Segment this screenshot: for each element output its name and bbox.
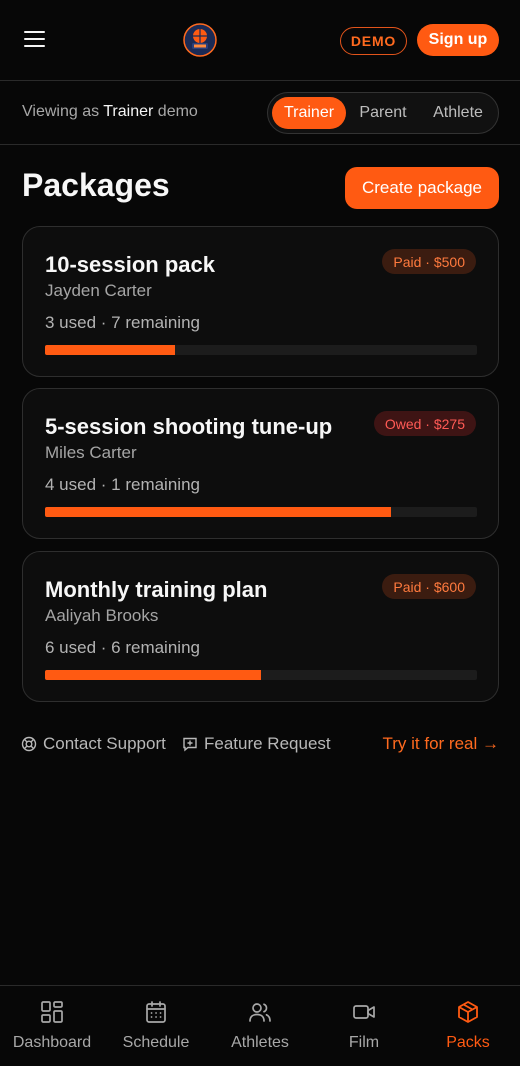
nav-label: Dashboard	[12, 1034, 92, 1051]
usage-progress-fill	[45, 670, 261, 680]
nav-item-schedule[interactable]: Schedule	[104, 986, 208, 1066]
usage-progress-bar	[45, 670, 477, 680]
role-switcher: Trainer Parent Athlete	[267, 92, 499, 134]
feature-request-link[interactable]: Feature Request	[182, 734, 331, 754]
lifebuoy-icon	[21, 736, 37, 752]
nav-item-film[interactable]: Film	[312, 986, 416, 1066]
role-tab-athlete[interactable]: Athlete	[420, 97, 496, 129]
usage-progress-bar	[45, 507, 477, 517]
page-title: Packages	[22, 167, 170, 203]
package-title: 10-session pack	[45, 252, 215, 277]
package-card[interactable]: 5-session shooting tune-up Miles Carter …	[22, 388, 499, 539]
package-usage: 6 used · 6 remaining	[45, 638, 200, 657]
dashboard-icon	[41, 1001, 63, 1023]
package-client: Miles Carter	[45, 443, 137, 462]
sign-up-button[interactable]: Sign up	[417, 24, 499, 56]
video-icon	[353, 1005, 375, 1019]
viewing-prefix: Viewing as	[22, 103, 100, 120]
viewing-role: Trainer	[103, 103, 154, 120]
users-icon	[249, 1003, 271, 1022]
package-usage: 4 used · 1 remaining	[45, 475, 200, 494]
package-client: Aaliyah Brooks	[45, 606, 159, 625]
payment-status-badge: Paid · $500	[382, 249, 476, 274]
nav-item-dashboard[interactable]: Dashboard	[0, 986, 104, 1066]
bottom-navigation: Dashboard Schedule Athletes Film Packs	[0, 985, 520, 1066]
payment-status-badge: Owed · $275	[373, 411, 476, 436]
top-bar: DEMO Sign up	[0, 0, 520, 81]
hamburger-menu-icon[interactable]	[24, 29, 46, 49]
viewing-as-text: Viewing as Trainer demo	[22, 103, 198, 121]
package-title: 5-session shooting tune-up	[45, 414, 333, 439]
create-package-button[interactable]: Create package	[345, 167, 499, 209]
nav-item-packs[interactable]: Packs	[416, 986, 520, 1066]
demo-badge: DEMO	[340, 27, 407, 55]
feature-request-label: Feature Request	[204, 734, 331, 753]
package-card[interactable]: Monthly training plan Aaliyah Brooks 6 u…	[22, 551, 499, 702]
usage-progress-bar	[45, 345, 477, 355]
viewing-suffix: demo	[157, 103, 198, 120]
package-icon	[458, 1001, 478, 1023]
nav-label: Athletes	[231, 1034, 289, 1051]
viewing-as-bar: Viewing as Trainer demo Trainer Parent A…	[0, 81, 520, 145]
package-usage: 3 used · 7 remaining	[45, 313, 200, 332]
usage-progress-fill	[45, 345, 175, 355]
nav-label: Schedule	[122, 1034, 190, 1051]
brand-logo-icon[interactable]	[183, 23, 217, 57]
try-it-for-real-link[interactable]: Try it for real →	[383, 734, 500, 754]
calendar-icon	[146, 1001, 166, 1023]
role-tab-parent[interactable]: Parent	[348, 97, 418, 129]
nav-item-athletes[interactable]: Athletes	[208, 986, 312, 1066]
package-client: Jayden Carter	[45, 281, 152, 300]
nav-label: Film	[348, 1034, 380, 1051]
footer-links: Contact Support Feature Request Try it f…	[0, 732, 520, 758]
contact-support-link[interactable]: Contact Support	[21, 734, 166, 754]
package-title: Monthly training plan	[45, 577, 268, 602]
nav-label: Packs	[446, 1034, 490, 1051]
contact-support-label: Contact Support	[43, 734, 166, 753]
usage-progress-fill	[45, 507, 391, 517]
package-card[interactable]: 10-session pack Jayden Carter 3 used · 7…	[22, 226, 499, 377]
role-tab-trainer[interactable]: Trainer	[272, 97, 346, 129]
message-plus-icon	[183, 737, 197, 752]
payment-status-badge: Paid · $600	[382, 574, 476, 599]
